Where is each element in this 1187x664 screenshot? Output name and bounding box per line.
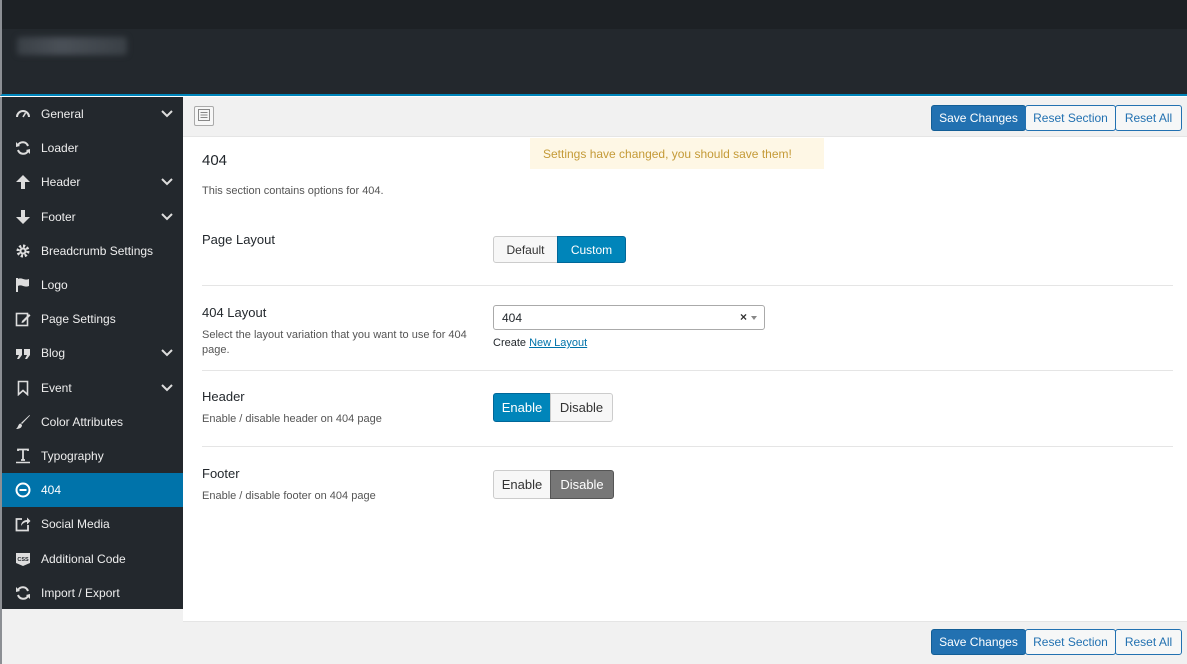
create-prefix: Create: [493, 337, 527, 349]
sidebar-item-breadcrumb-settings[interactable]: Breadcrumb Settings: [2, 234, 183, 268]
footer-disable-option[interactable]: Disable: [550, 470, 614, 499]
options-main-panel: Save Changes Reset Section Reset All Set…: [183, 97, 1187, 664]
refresh-icon: [14, 139, 32, 157]
reset-all-button[interactable]: Reset All: [1115, 105, 1182, 131]
footer-toggle-description: Enable / disable footer on 404 page: [202, 490, 376, 502]
gear-icon: [14, 242, 32, 260]
sidebar-item-label: 404: [41, 483, 62, 498]
sidebar-item-footer[interactable]: Footer: [2, 200, 183, 234]
sidebar-item-page-settings[interactable]: Page Settings: [2, 302, 183, 336]
chevron-down-icon[interactable]: [161, 382, 173, 394]
header-toggle-description: Enable / disable header on 404 page: [202, 413, 382, 425]
minus-circle-icon: [14, 481, 32, 499]
sidebar: General Loader Header Footer Breadcrumb …: [0, 97, 183, 609]
sidebar-item-loader[interactable]: Loader: [2, 131, 183, 165]
sidebar-item-label: Color Attributes: [41, 414, 124, 429]
header-disable-option[interactable]: Disable: [550, 393, 613, 422]
sidebar-item-label: Typography: [41, 448, 104, 463]
arrow-up-icon: [14, 173, 32, 191]
refresh-icon: [14, 584, 32, 602]
bookmark-icon: [14, 379, 32, 397]
header-enable-option[interactable]: Enable: [493, 393, 551, 422]
blurred-brand-logo: [17, 37, 127, 55]
create-layout-text: Create New Layout: [493, 337, 587, 349]
quote-icon: [14, 344, 32, 362]
new-layout-link[interactable]: New Layout: [529, 337, 587, 349]
edit-page-icon: [14, 310, 32, 328]
sidebar-item-label: Import / Export: [41, 585, 120, 600]
sidebar-item-event[interactable]: Event: [2, 371, 183, 405]
chevron-down-icon[interactable]: [161, 347, 173, 359]
reset-section-button[interactable]: Reset Section: [1025, 629, 1116, 655]
sidebar-item-404[interactable]: 404: [2, 473, 183, 508]
header-toggle-title: Header: [202, 389, 245, 404]
sidebar-item-label: Breadcrumb Settings: [41, 243, 154, 258]
chevron-down-icon[interactable]: [161, 176, 173, 188]
svg-text:CSS: CSS: [17, 557, 29, 563]
footer-toggle-title: Footer: [202, 466, 240, 481]
sidebar-footer-area: [0, 609, 183, 664]
dashboard-gauge-icon: [14, 105, 32, 123]
sidebar-item-label: Event: [41, 380, 72, 395]
css-icon: CSS: [14, 550, 32, 568]
panel-header: [0, 29, 1187, 96]
layout-404-description: Select the layout variation that you wan…: [202, 329, 467, 356]
sidebar-item-typography[interactable]: Typography: [2, 439, 183, 473]
layout-404-select[interactable]: 404 ×: [493, 305, 765, 330]
sidebar-item-label: General: [41, 107, 84, 122]
section-description: This section contains options for 404.: [202, 185, 384, 197]
sidebar-item-social-media[interactable]: Social Media: [2, 507, 183, 541]
top-bar: [0, 0, 1187, 29]
share-icon: [14, 515, 32, 533]
chevron-down-icon[interactable]: [161, 108, 173, 120]
sidebar-item-label: Header: [41, 175, 81, 190]
sidebar-item-general[interactable]: General: [2, 97, 183, 131]
brush-icon: [14, 413, 32, 431]
bottom-toolbar: Save Changes Reset Section Reset All: [183, 621, 1187, 664]
sidebar-item-color-attributes[interactable]: Color Attributes: [2, 405, 183, 439]
sidebar-item-label: Additional Code: [41, 551, 126, 566]
list-icon: [198, 108, 210, 124]
section-title: 404: [202, 152, 228, 169]
divider: [202, 370, 1173, 371]
sidebar-item-additional-code[interactable]: CSS Additional Code: [2, 541, 183, 575]
sidebar-item-label: Loader: [41, 141, 79, 156]
footer-enable-option[interactable]: Enable: [493, 470, 551, 499]
page-layout-default-option[interactable]: Default: [493, 236, 558, 263]
text-icon: [14, 447, 32, 465]
chevron-down-icon[interactable]: [161, 211, 173, 223]
expand-options-button[interactable]: [194, 106, 214, 126]
sidebar-item-import-export[interactable]: Import / Export: [2, 576, 183, 610]
reset-all-button[interactable]: Reset All: [1115, 629, 1182, 655]
layout-404-selected-value: 404: [502, 310, 523, 325]
save-changes-button[interactable]: Save Changes: [931, 629, 1026, 655]
sidebar-item-label: Social Media: [41, 517, 110, 532]
sidebar-item-label: Logo: [41, 278, 68, 293]
top-toolbar: Save Changes Reset Section Reset All: [183, 97, 1187, 137]
reset-section-button[interactable]: Reset Section: [1025, 105, 1116, 131]
sidebar-item-logo[interactable]: Logo: [2, 268, 183, 302]
layout-404-title: 404 Layout: [202, 305, 267, 320]
save-changes-button[interactable]: Save Changes: [931, 105, 1026, 131]
page-layout-custom-option[interactable]: Custom: [557, 236, 626, 263]
arrow-down-icon: [14, 208, 32, 226]
dropdown-arrow-icon[interactable]: [751, 316, 757, 320]
divider: [202, 285, 1173, 286]
sidebar-item-header[interactable]: Header: [2, 165, 183, 199]
sidebar-item-label: Blog: [41, 346, 66, 361]
flag-icon: [14, 276, 32, 294]
sidebar-item-blog[interactable]: Blog: [2, 336, 183, 370]
sidebar-item-label: Page Settings: [41, 312, 116, 327]
page-layout-title: Page Layout: [202, 232, 276, 247]
divider: [202, 446, 1173, 447]
unsaved-changes-notice: Settings have changed, you should save t…: [530, 138, 824, 169]
clear-selection-icon[interactable]: ×: [740, 310, 747, 324]
sidebar-item-label: Footer: [41, 209, 76, 224]
